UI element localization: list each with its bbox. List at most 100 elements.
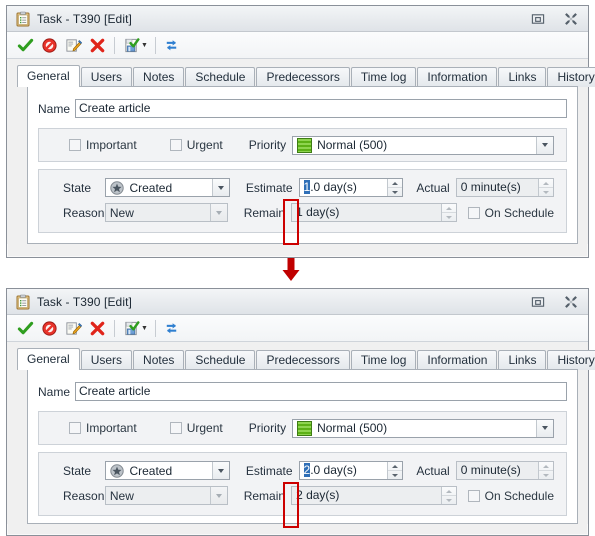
actual-value: 0 minute(s) [460, 463, 521, 477]
document-check-icon[interactable] [120, 317, 142, 339]
reason-dropdown-arrow [209, 487, 227, 504]
reason-row: Reason New Remain 1 day(s) On Schedule [51, 203, 554, 222]
actual-spinner: 0 minute(s) [455, 178, 555, 197]
name-input[interactable]: Create article [75, 99, 567, 118]
tab-users[interactable]: Users [80, 350, 133, 370]
priority-value: Normal (500) [317, 138, 388, 152]
state-combo[interactable]: Created [105, 178, 230, 197]
tab-users[interactable]: Users [80, 67, 133, 87]
chevron-down-icon[interactable]: ▼ [141, 42, 148, 49]
important-checkbox[interactable]: Important [69, 138, 137, 152]
reject-button[interactable] [38, 34, 60, 56]
chevron-down-icon[interactable]: ▼ [141, 325, 148, 332]
remain-spin-buttons [440, 204, 456, 221]
state-label: State [63, 463, 92, 478]
accept-button[interactable] [14, 34, 36, 56]
on-schedule-label: On Schedule [484, 488, 554, 503]
tab-links[interactable]: Links [498, 350, 547, 370]
tab-information[interactable]: Information [417, 350, 498, 370]
estimate-spin-up[interactable] [388, 179, 403, 188]
tab-predecessors[interactable]: Predecessors [256, 350, 350, 370]
estimate-spin-down[interactable] [388, 188, 402, 196]
estimate-spin-up[interactable] [388, 462, 403, 471]
tab-time-log[interactable]: Time log [350, 67, 417, 87]
actual-spin-up [539, 462, 554, 471]
close-icon[interactable] [563, 11, 578, 26]
tab-area-2: General Users Notes Schedule Predecessor… [7, 342, 595, 524]
on-schedule-checkbox: On Schedule [467, 488, 554, 503]
remain-value: 2 day(s) [296, 488, 340, 502]
priority-value-wrap: Normal (500) [293, 420, 387, 436]
star-icon [110, 180, 125, 195]
estimate-spinner[interactable]: 2.0 day(s) [298, 461, 404, 480]
tab-general[interactable]: General [17, 348, 80, 370]
reason-row-2: Reason New Remain 2 day(s) On Schedule [51, 486, 554, 505]
priority-dropdown-arrow[interactable] [536, 419, 553, 437]
estimate-spin-buttons[interactable] [387, 462, 403, 479]
close-icon[interactable] [563, 294, 578, 309]
estimate-spinner[interactable]: 1.0 day(s) [298, 178, 404, 197]
state-value: Created [129, 180, 173, 195]
state-row-2: State Created Estimate 2.0 day(s) Actual… [51, 461, 555, 480]
tab-links[interactable]: Links [498, 67, 547, 87]
estimate-spin-buttons[interactable] [387, 179, 403, 196]
title-bar[interactable]: Task - T390 [Edit] [7, 6, 588, 32]
on-schedule-checkbox: On Schedule [467, 206, 554, 220]
important-label: Important [86, 138, 137, 152]
refresh-button[interactable] [161, 317, 183, 339]
window-buttons [530, 11, 582, 26]
urgent-label: Urgent [186, 421, 223, 435]
priority-combo[interactable]: Normal (500) [292, 418, 554, 438]
important-checkbox-box [69, 422, 81, 434]
name-input[interactable]: Create article [75, 382, 567, 401]
tab-time-log[interactable]: Time log [350, 350, 417, 370]
document-check-icon[interactable] [120, 34, 142, 56]
urgent-checkbox[interactable]: Urgent [169, 421, 223, 435]
accept-button[interactable] [14, 317, 36, 339]
tab-schedule[interactable]: Schedule [185, 67, 256, 87]
state-combo[interactable]: Created [105, 461, 230, 480]
tab-notes[interactable]: Notes [133, 67, 185, 87]
red-down-arrow-icon [278, 257, 304, 283]
important-checkbox[interactable]: Important [69, 421, 137, 435]
delete-button[interactable] [86, 34, 108, 56]
state-value: Created [129, 463, 173, 478]
priority-combo[interactable]: Normal (500) [292, 135, 554, 155]
window-title: Task - T390 [Edit] [37, 11, 132, 26]
window-buttons-2 [530, 294, 582, 309]
restore-icon[interactable] [530, 294, 545, 309]
restore-icon[interactable] [530, 11, 545, 26]
delete-button[interactable] [86, 317, 108, 339]
task-edit-window-before: Task - T390 [Edit] ▼ General Users Notes… [6, 5, 595, 258]
tab-history[interactable]: History [547, 67, 595, 87]
tab-general[interactable]: General [17, 65, 80, 87]
name-row: Name Create article [38, 99, 567, 118]
state-label: State [63, 180, 92, 195]
remain-spin-up [441, 487, 456, 496]
edit-button[interactable] [62, 317, 84, 339]
remain-label: Remain [243, 205, 286, 220]
actual-label: Actual [416, 463, 450, 478]
remain-spinner: 2 day(s) [291, 486, 457, 505]
urgent-checkbox[interactable]: Urgent [169, 138, 223, 152]
toolbar-separator-2 [154, 36, 156, 54]
state-estimate-group-2: State Created Estimate 2.0 day(s) Actual… [38, 452, 567, 516]
tab-predecessors[interactable]: Predecessors [256, 67, 350, 87]
tab-notes[interactable]: Notes [133, 350, 185, 370]
state-dropdown-arrow[interactable] [211, 179, 229, 196]
edit-button[interactable] [62, 34, 84, 56]
actual-label: Actual [416, 180, 450, 195]
tab-schedule[interactable]: Schedule [185, 350, 256, 370]
priority-dropdown-arrow[interactable] [536, 136, 553, 154]
reason-dropdown-arrow [209, 204, 227, 221]
estimate-spin-down[interactable] [388, 471, 402, 479]
tab-information[interactable]: Information [417, 67, 498, 87]
title-bar-2[interactable]: Task - T390 [Edit] [7, 289, 588, 315]
clipboard-icon [15, 11, 31, 27]
tab-history[interactable]: History [547, 350, 595, 370]
refresh-button[interactable] [161, 34, 183, 56]
state-dropdown-arrow[interactable] [211, 462, 229, 479]
urgent-checkbox-box [169, 139, 182, 151]
priority-label: Priority [248, 138, 287, 152]
reject-button[interactable] [38, 317, 60, 339]
